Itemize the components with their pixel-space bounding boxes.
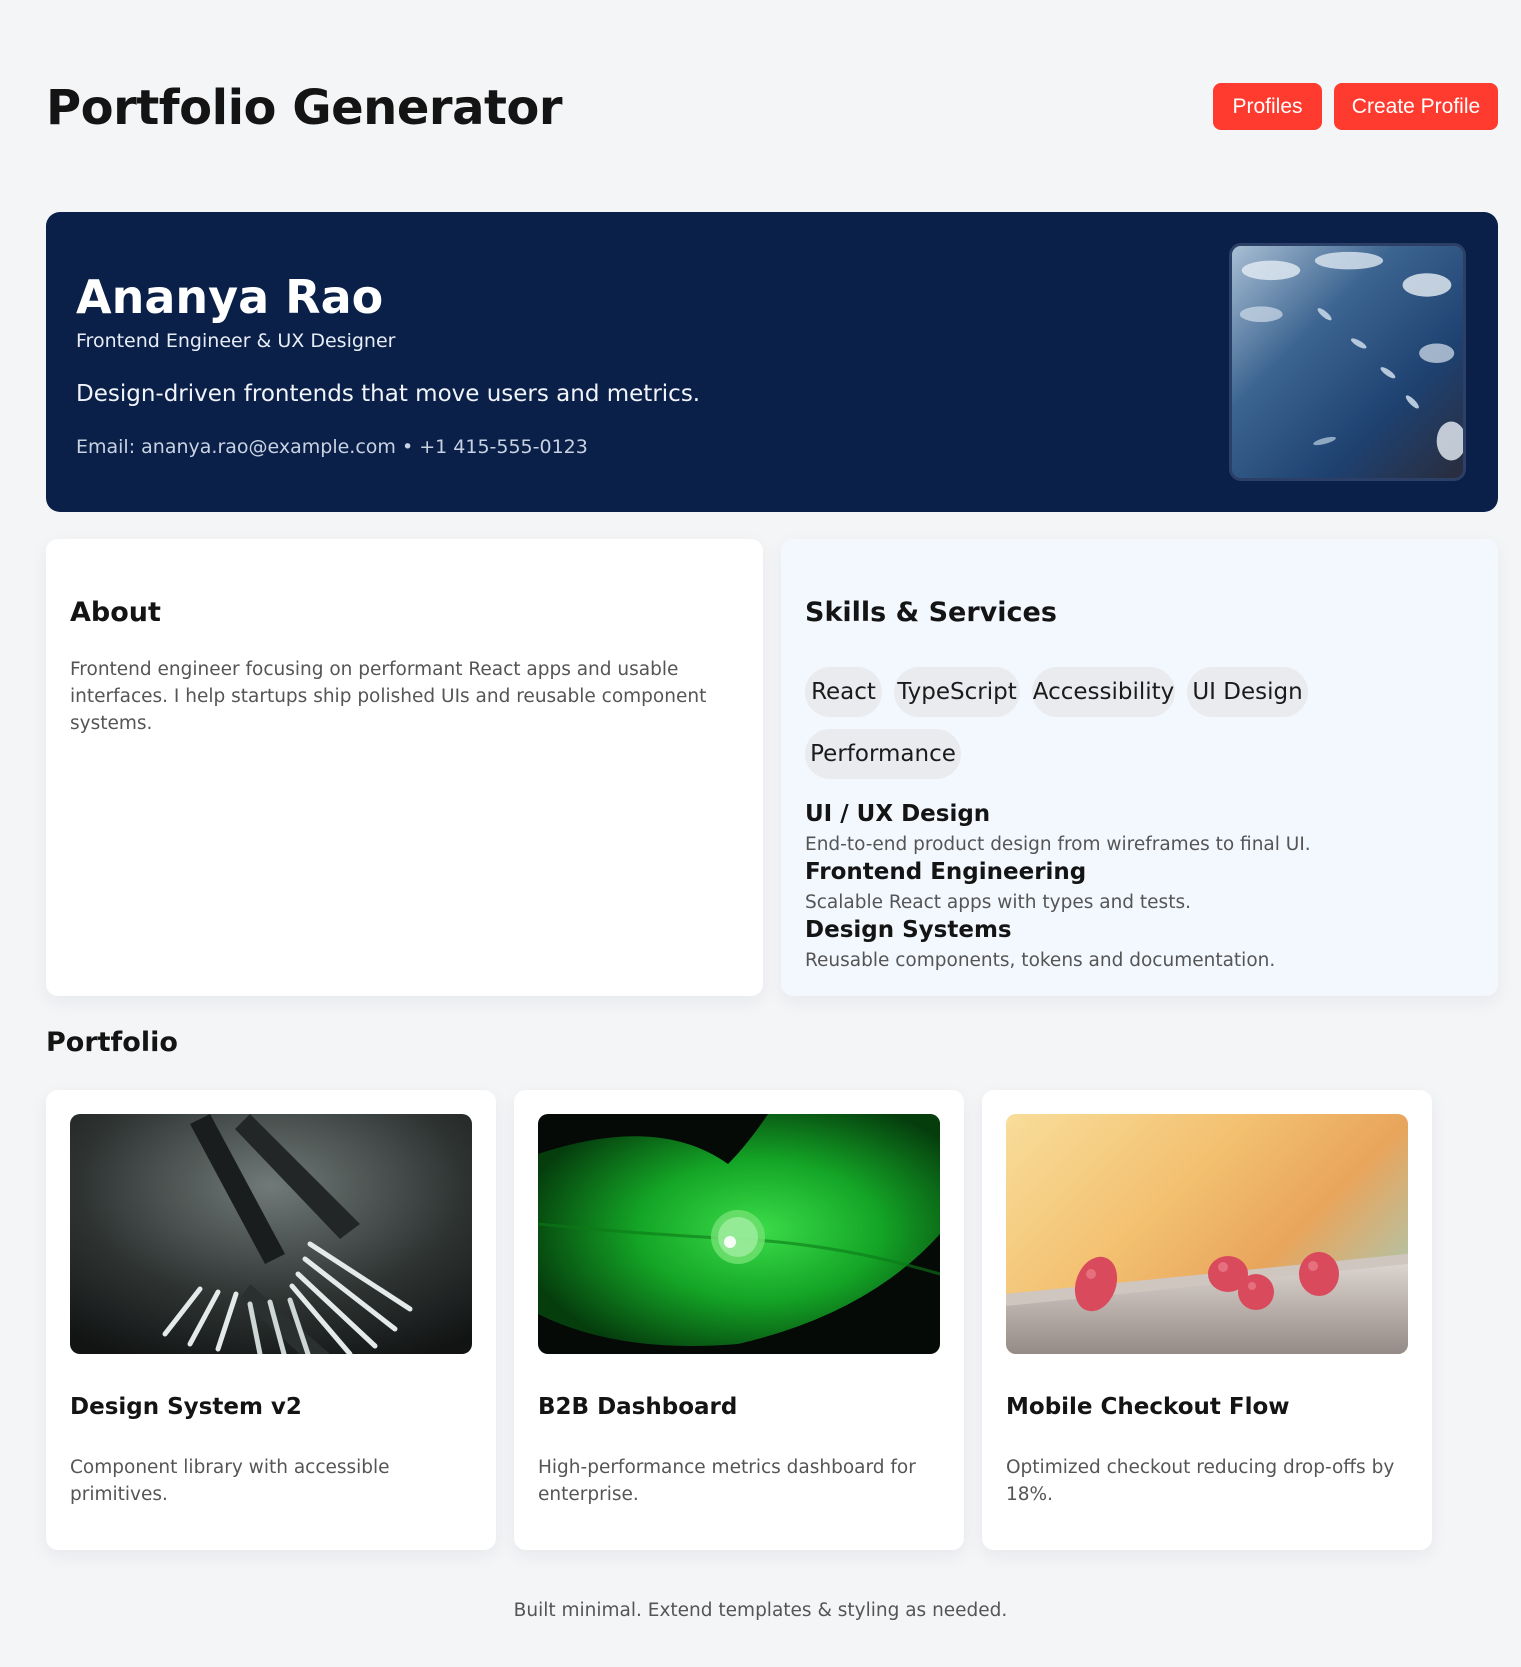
about-card: About Frontend engineer focusing on perf… (46, 539, 763, 996)
portfolio-card[interactable]: B2B Dashboard High-performance metrics d… (514, 1090, 964, 1550)
portfolio-card-description: Component library with accessible primit… (70, 1457, 390, 1505)
portfolio-image-leaf (538, 1114, 940, 1354)
service-description: End-to-end product design from wireframe… (805, 834, 1311, 855)
service-title: Frontend Engineering (805, 859, 1087, 885)
portfolio-card-title: Design System v2 (70, 1394, 302, 1420)
portfolio-image-forks (70, 1114, 472, 1354)
create-profile-button[interactable]: Create Profile (1334, 83, 1498, 130)
profiles-button[interactable]: Profiles (1213, 83, 1322, 130)
service-description: Reusable components, tokens and document… (805, 950, 1276, 971)
profile-name: Ananya Rao (76, 270, 384, 324)
skill-chip: React (805, 667, 882, 717)
portfolio-heading: Portfolio (46, 1027, 178, 1058)
portfolio-card-title: B2B Dashboard (538, 1394, 738, 1420)
skill-chip: Accessibility (1032, 667, 1175, 717)
skill-chip: Performance (805, 729, 961, 779)
skill-chip: TypeScript (894, 667, 1020, 717)
portfolio-image-raspberries (1006, 1114, 1408, 1354)
portfolio-card-description: High-performance metrics dashboard for e… (538, 1457, 916, 1505)
skills-card: Skills & Services React TypeScript Acces… (781, 539, 1498, 996)
portfolio-card-title: Mobile Checkout Flow (1006, 1394, 1290, 1420)
page-title: Portfolio Generator (46, 80, 563, 136)
profile-hero: Ananya Rao Frontend Engineer & UX Design… (46, 212, 1498, 512)
profile-tagline: Design-driven frontends that move users … (76, 381, 701, 407)
skill-chip: UI Design (1187, 667, 1308, 717)
skills-title: Skills & Services (805, 597, 1057, 628)
profile-avatar (1229, 243, 1466, 481)
about-text: Frontend engineer focusing on performant… (70, 659, 707, 734)
portfolio-card[interactable]: Mobile Checkout Flow Optimized checkout … (982, 1090, 1432, 1550)
footer-text: Built minimal. Extend templates & stylin… (513, 1600, 1008, 1621)
service-description: Scalable React apps with types and tests… (805, 892, 1191, 913)
portfolio-card-description: Optimized checkout reducing drop-offs by… (1006, 1457, 1395, 1505)
about-title: About (70, 597, 161, 628)
service-title: Design Systems (805, 917, 1012, 943)
profile-role: Frontend Engineer & UX Designer (76, 330, 396, 352)
service-title: UI / UX Design (805, 801, 991, 827)
profile-contact: Email: ananya.rao@example.com • +1 415-5… (76, 436, 588, 458)
page-header: Portfolio Generator Profiles Create Prof… (46, 72, 1498, 146)
portfolio-card[interactable]: Design System v2 Component library with … (46, 1090, 496, 1550)
